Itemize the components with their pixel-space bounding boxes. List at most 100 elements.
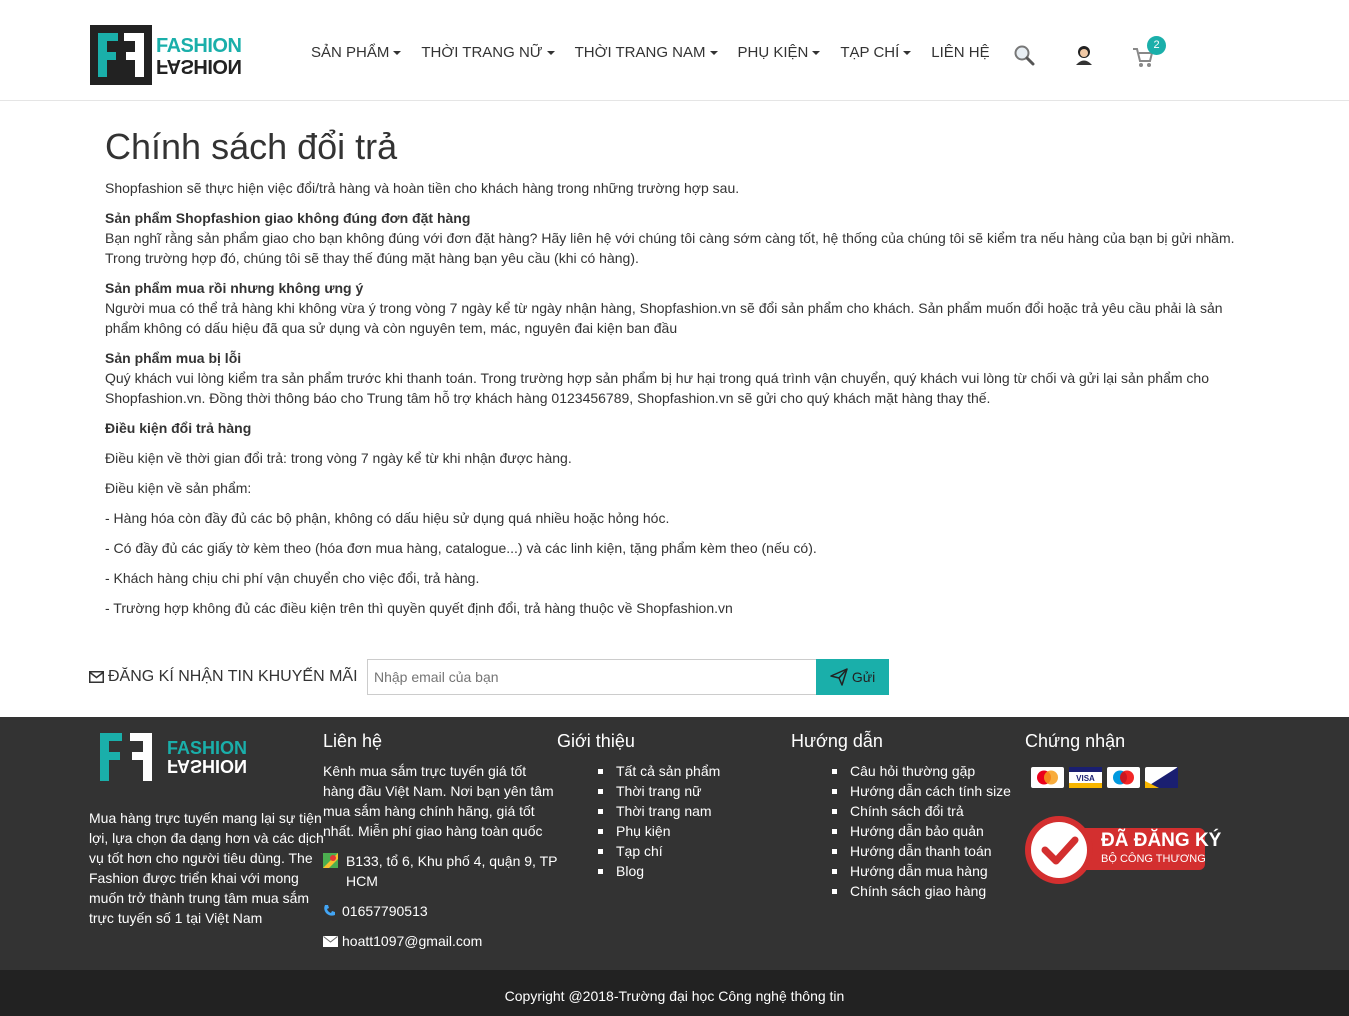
footer-link-text[interactable]: Câu hỏi thường gặp [850, 763, 975, 779]
nav-label: THỜI TRANG NỮ [421, 44, 543, 61]
newsletter: ĐĂNG KÍ NHẬN TIN KHUYẾN MÃI Gửi [89, 659, 889, 695]
footer-intro: Giới thiệu Tất cả sản phẩm Thời trang nữ… [557, 729, 792, 881]
payment-cards: VISA [1031, 767, 1265, 791]
caret-down-icon [546, 50, 555, 55]
footer-contact-title: Liên hệ [323, 731, 383, 751]
check-icon [1031, 822, 1087, 878]
footer-link[interactable]: Thời trang nữ [557, 781, 792, 801]
map-pin-icon [323, 853, 338, 868]
newsletter-label: ĐĂNG KÍ NHẬN TIN KHUYẾN MÃI [89, 668, 367, 686]
newsletter-label-text: ĐĂNG KÍ NHẬN TIN KHUYẾN MÃI [108, 668, 358, 685]
footer-link-text[interactable]: Tất cả sản phẩm [616, 763, 720, 779]
footer-link-text[interactable]: Thời trang nam [616, 803, 712, 819]
nav-label: PHỤ KIỆN [737, 44, 809, 61]
footer-link[interactable]: Hướng dẫn thanh toán [791, 841, 1026, 861]
footer-link[interactable]: Hướng dẫn bảo quản [791, 821, 1026, 841]
conditions-heading-text: Điều kiện đổi trả hàng [105, 420, 252, 436]
section-heading: Sản phẩm Shopfashion giao không đúng đơn… [105, 210, 471, 226]
nav-thoi-trang-nu[interactable]: THỜI TRANG NỮ [421, 44, 555, 61]
footer-link-text[interactable]: Chính sách giao hàng [850, 883, 986, 899]
footer-link[interactable]: Tất cả sản phẩm [557, 761, 792, 781]
footer-link-text[interactable]: Hướng dẫn thanh toán [850, 843, 992, 859]
footer-logo-line2: FASHION [167, 756, 248, 776]
footer-intro-list: Tất cả sản phẩm Thời trang nữ Thời trang… [557, 761, 792, 881]
logo[interactable]: FASHION FASHION [90, 25, 250, 85]
newsletter-button-label: Gửi [851, 669, 876, 685]
footer-guide: Hướng dẫn Câu hỏi thường gặp Hướng dẫn c… [791, 729, 1026, 901]
footer-about: FASHION FASHION Mua hàng trực tuyến mang… [89, 731, 324, 928]
footer-link[interactable]: Chính sách giao hàng [791, 881, 1026, 901]
bo-cong-thuong-badge[interactable]: ĐÃ ĐĂNG KÝ BỘ CÔNG THƯƠNG [1025, 816, 1221, 884]
footer-address-text: B133, tổ 6, Khu phố 4, quận 9, TP HCM [346, 853, 558, 889]
caret-down-icon [903, 50, 912, 55]
maestro-icon [1107, 767, 1140, 788]
site-header: FASHION FASHION SẢN PHẨM THỜI TRANG NỮ T… [0, 0, 1349, 101]
footer-link[interactable]: Hướng dẫn cách tính size [791, 781, 1026, 801]
footer-link[interactable]: Câu hỏi thường gặp [791, 761, 1026, 781]
svg-text:VISA: VISA [1076, 774, 1095, 783]
footer-link[interactable]: Tạp chí [557, 841, 792, 861]
footer-link-text[interactable]: Tạp chí [616, 843, 663, 859]
newsletter-submit-button[interactable]: Gửi [816, 659, 889, 695]
mastercard-icon [1031, 767, 1064, 788]
logo-line1: FASHION [156, 35, 242, 57]
nav-label: THỜI TRANG NAM [574, 44, 706, 61]
copyright: Copyright @2018-Trường đại học Công nghệ… [0, 970, 1349, 1016]
nav-phu-kien[interactable]: PHỤ KIỆN [738, 44, 821, 61]
delta-card-icon [1145, 767, 1178, 788]
footer-link-text[interactable]: Hướng dẫn mua hàng [850, 863, 988, 879]
condition-item: - Trường hợp không đủ các điều kiện trên… [105, 600, 733, 616]
newsletter-email-input[interactable] [367, 659, 816, 695]
conditions-heading: Điều kiện đổi trả hàng [105, 418, 1245, 438]
footer-link[interactable]: Thời trang nam [557, 801, 792, 821]
footer-link-text[interactable]: Blog [616, 863, 644, 879]
footer-guide-list: Câu hỏi thường gặp Hướng dẫn cách tính s… [791, 761, 1026, 901]
footer-email[interactable]: hoatt1097@gmail.com [323, 931, 558, 951]
nav-lien-he[interactable]: LIÊN HỆ [931, 44, 989, 61]
nav-san-pham[interactable]: SẢN PHẨM [311, 44, 402, 61]
footer-link-text[interactable]: Phụ kiện [616, 823, 670, 839]
footer-link-text[interactable]: Chính sách đổi trả [850, 803, 964, 819]
section-body: Người mua có thể trả hàng khi không vừa … [105, 300, 1223, 336]
condition-item: Điều kiện về sản phẩm: [105, 480, 252, 496]
logo-mark-icon [90, 25, 152, 85]
footer-about-text: Mua hàng trực tuyến mang lại sự tiện lợi… [89, 810, 324, 926]
nav-thoi-trang-nam[interactable]: THỜI TRANG NAM [575, 44, 718, 61]
search-icon[interactable] [1013, 44, 1035, 66]
footer-phone-text: 01657790513 [342, 903, 428, 919]
visa-icon: VISA [1069, 767, 1102, 788]
footer-link-text[interactable]: Hướng dẫn bảo quản [850, 823, 984, 839]
footer-phone[interactable]: 01657790513 [323, 901, 558, 921]
mail-icon [323, 936, 338, 947]
footer-link[interactable]: Chính sách đổi trả [791, 801, 1026, 821]
policy-section: Sản phẩm mua rồi nhưng không ưng ý Người… [105, 278, 1245, 338]
intro-text: Shopfashion sẽ thực hiện việc đổi/trả hà… [105, 180, 740, 196]
caret-down-icon [393, 50, 402, 55]
condition-item: Điều kiện về thời gian đổi trả: trong vò… [105, 450, 572, 466]
send-icon [830, 668, 848, 686]
footer-logo[interactable]: FASHION FASHION [98, 731, 324, 785]
cart-count-badge: 2 [1147, 36, 1166, 55]
condition-item: - Có đầy đủ các giấy tờ kèm theo (hóa đơ… [105, 540, 817, 556]
caret-down-icon [812, 50, 821, 55]
main-nav: SẢN PHẨM THỜI TRANG NỮ THỜI TRANG NAM PH… [311, 44, 1010, 61]
policy-section: Sản phẩm Shopfashion giao không đúng đơn… [105, 208, 1245, 268]
footer-logo-line1: FASHION [167, 738, 248, 758]
badge-main-text: ĐÃ ĐĂNG KÝ [1101, 830, 1222, 851]
phone-icon [323, 904, 336, 917]
footer-link[interactable]: Blog [557, 861, 792, 881]
footer-email-text: hoatt1097@gmail.com [342, 933, 483, 949]
footer-guide-title: Hướng dẫn [791, 731, 883, 751]
footer-link-text[interactable]: Hướng dẫn cách tính size [850, 783, 1011, 799]
user-icon[interactable] [1073, 44, 1095, 66]
footer-link[interactable]: Hướng dẫn mua hàng [791, 861, 1026, 881]
badge-sub-text: BỘ CÔNG THƯƠNG [1101, 853, 1206, 865]
condition-item: - Hàng hóa còn đầy đủ các bộ phận, không… [105, 510, 670, 526]
footer-link[interactable]: Phụ kiện [557, 821, 792, 841]
nav-tap-chi[interactable]: TẠP CHÍ [840, 44, 912, 61]
footer-logo-text: FASHION FASHION [167, 738, 248, 776]
caret-down-icon [709, 50, 718, 55]
footer-link-text[interactable]: Thời trang nữ [616, 783, 701, 799]
footer-contact: Liên hệ Kênh mua sắm trực tuyến giá tốt … [323, 729, 558, 951]
nav-label: TẠP CHÍ [840, 44, 900, 61]
